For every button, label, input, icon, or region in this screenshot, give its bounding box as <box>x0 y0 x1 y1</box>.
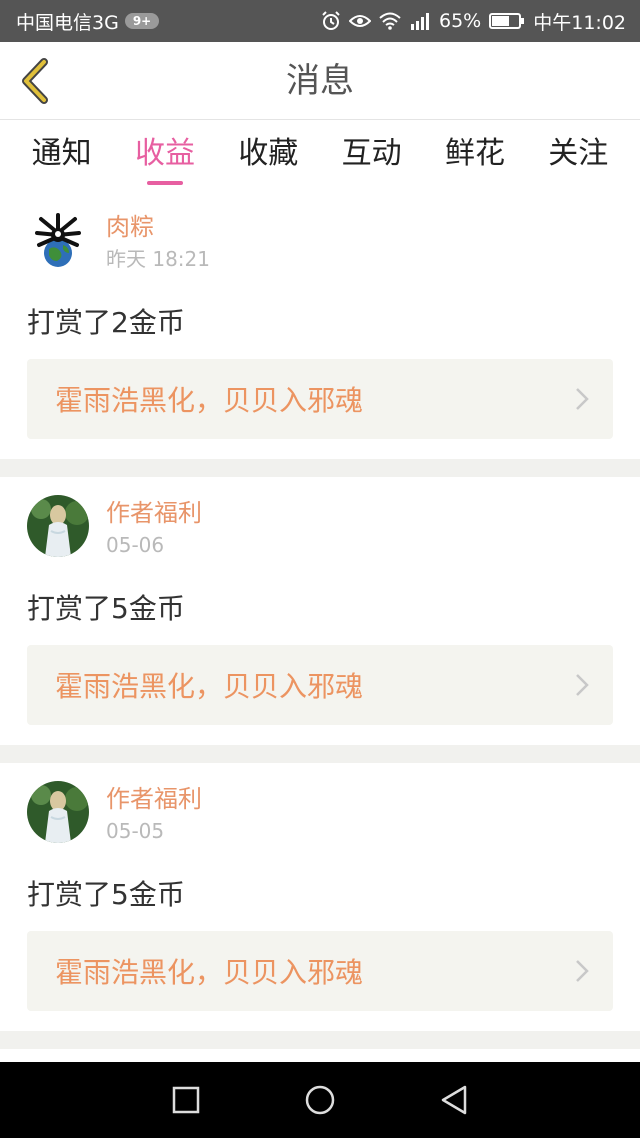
card-separator <box>0 1031 640 1049</box>
title-bar: 消息 <box>0 42 640 120</box>
message-meta: 作者福利 05-06 <box>106 493 202 559</box>
back-arrow-icon <box>22 58 48 104</box>
avatar[interactable] <box>27 209 89 271</box>
username[interactable]: 作者福利 <box>106 497 202 529</box>
book-title: 霍雨浩黑化，贝贝入邪魂 <box>55 384 364 417</box>
message-card: 作者福利 05-05 打赏了5金币 霍雨浩黑化，贝贝入邪魂 <box>0 763 640 1031</box>
status-right: 65% 中午11:02 <box>321 8 626 35</box>
avatar[interactable] <box>27 781 89 843</box>
battery-icon <box>489 13 525 29</box>
reward-text: 打赏了2金币 <box>27 306 185 339</box>
earth-avatar-icon <box>27 209 89 271</box>
reward-text: 打赏了5金币 <box>27 592 185 625</box>
message-meta: 肉粽 昨天 18:21 <box>106 207 210 273</box>
avatar[interactable] <box>27 495 89 557</box>
timestamp: 05-06 <box>106 533 165 557</box>
message-header: 肉粽 昨天 18:21 <box>27 207 613 291</box>
book-link[interactable]: 霍雨浩黑化，贝贝入邪魂 <box>27 359 613 439</box>
carrier-label: 中国电信3G <box>16 11 119 34</box>
tab-flowers[interactable]: 鲜花 <box>439 121 511 191</box>
card-separator <box>0 459 640 477</box>
card-separator <box>0 745 640 763</box>
chevron-right-icon <box>576 388 589 410</box>
tab-favorites[interactable]: 收藏 <box>232 121 304 191</box>
notification-badge: 9+ <box>124 13 160 29</box>
girl-avatar-icon <box>27 495 89 557</box>
wifi-icon <box>379 12 401 30</box>
username[interactable]: 肉粽 <box>106 211 210 243</box>
eye-icon <box>349 15 371 27</box>
timestamp: 05-05 <box>106 819 165 843</box>
chevron-right-icon <box>576 674 589 696</box>
home-icon[interactable] <box>303 1083 337 1117</box>
message-meta: 作者福利 05-05 <box>106 779 202 845</box>
back-nav-icon[interactable] <box>439 1084 469 1116</box>
reward-text: 打赏了5金币 <box>27 878 185 911</box>
tab-interactions[interactable]: 互动 <box>336 121 408 191</box>
book-title: 霍雨浩黑化，贝贝入邪魂 <box>55 956 364 989</box>
signal-icon <box>411 13 429 30</box>
back-button[interactable] <box>14 56 54 106</box>
clock: 中午11:02 <box>533 11 626 34</box>
book-title: 霍雨浩黑化，贝贝入邪魂 <box>55 670 364 703</box>
page-title: 消息 <box>286 61 354 101</box>
active-tab-indicator <box>146 181 183 185</box>
system-nav-bar <box>0 1062 640 1138</box>
recent-apps-icon[interactable] <box>171 1085 201 1115</box>
status-left: 中国电信3G 9+ <box>16 8 160 35</box>
message-list: 肉粽 昨天 18:21 打赏了2金币 霍雨浩黑化，贝贝入邪魂 作者福利 05-0… <box>0 191 640 1049</box>
tab-notifications[interactable]: 通知 <box>26 121 98 191</box>
book-link[interactable]: 霍雨浩黑化，贝贝入邪魂 <box>27 645 613 725</box>
timestamp: 昨天 18:21 <box>106 247 210 271</box>
tab-earnings[interactable]: 收益 <box>129 121 201 191</box>
girl-avatar-icon <box>27 781 89 843</box>
status-bar: 中国电信3G 9+ 65% 中午11:02 <box>0 0 640 42</box>
battery-percent: 65% <box>439 10 482 32</box>
tab-bar: 通知 收益 收藏 互动 鲜花 关注 <box>0 121 640 191</box>
message-header: 作者福利 05-05 <box>27 779 613 863</box>
book-link[interactable]: 霍雨浩黑化，贝贝入邪魂 <box>27 931 613 1011</box>
message-card: 肉粽 昨天 18:21 打赏了2金币 霍雨浩黑化，贝贝入邪魂 <box>0 191 640 459</box>
username[interactable]: 作者福利 <box>106 783 202 815</box>
message-header: 作者福利 05-06 <box>27 493 613 577</box>
message-card: 作者福利 05-06 打赏了5金币 霍雨浩黑化，贝贝入邪魂 <box>0 477 640 745</box>
tab-follow[interactable]: 关注 <box>542 121 614 191</box>
alarm-icon <box>322 11 340 30</box>
chevron-right-icon <box>576 960 589 982</box>
